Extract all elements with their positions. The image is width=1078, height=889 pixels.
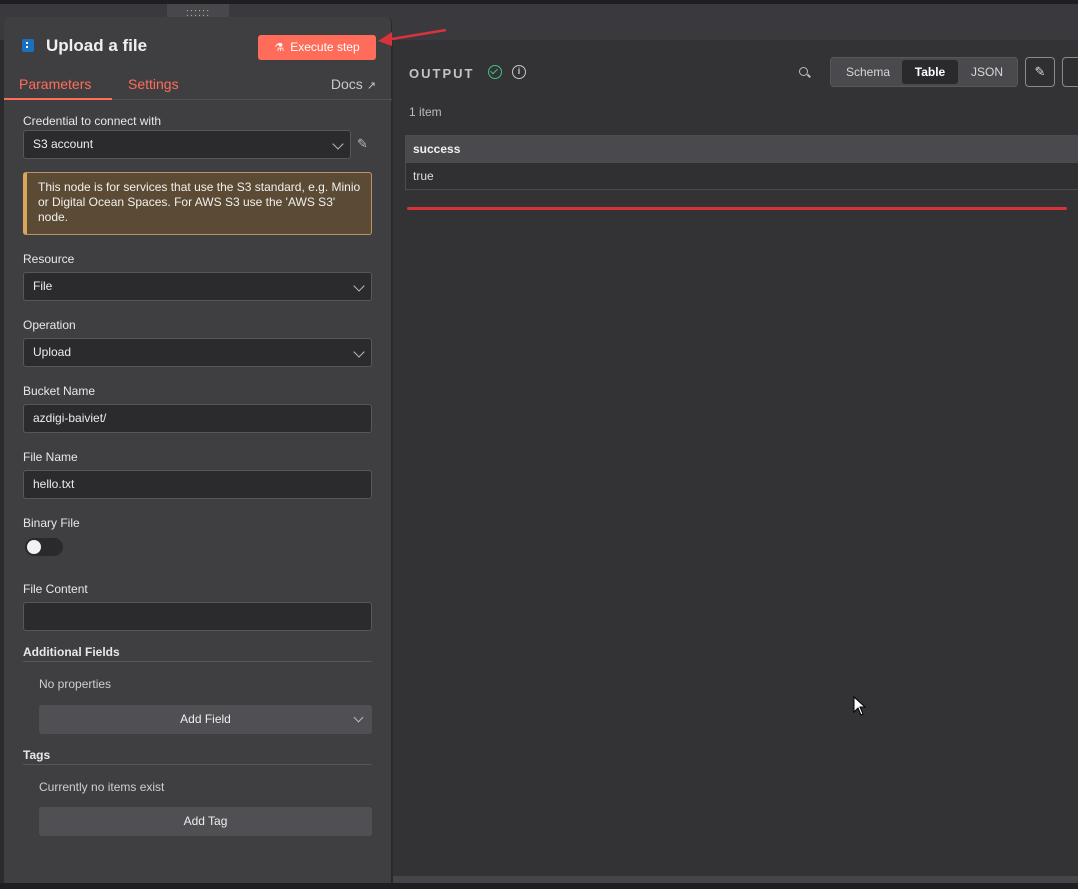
bottom-strip <box>0 883 1078 889</box>
chevron-down-icon <box>353 712 364 723</box>
info-icon[interactable]: i <box>512 65 526 79</box>
table-cell[interactable]: true <box>406 163 1078 190</box>
binary-file-toggle[interactable] <box>25 538 63 556</box>
add-field-label: Add Field <box>180 712 231 726</box>
edit-output-button[interactable]: ✎ <box>1025 57 1055 87</box>
output-title: OUTPUT <box>409 66 475 81</box>
add-tag-button[interactable]: Add Tag <box>39 807 372 836</box>
pencil-icon[interactable]: ✎ <box>357 136 368 152</box>
resource-label: Resource <box>23 252 75 266</box>
binary-file-label: Binary File <box>23 516 80 530</box>
chevron-down-icon <box>332 138 344 150</box>
item-count: 1 item <box>409 105 442 119</box>
output-panel: OUTPUT i Schema Table JSON ✎ 1 item succ… <box>393 40 1078 876</box>
panel-tabs: Parameters Settings Docs ↗ <box>4 73 392 100</box>
tab-settings[interactable]: Settings <box>128 76 179 92</box>
parameters-panel: Upload a file ⚗ Execute step Parameters S… <box>4 17 392 883</box>
credential-select[interactable]: S3 account <box>23 130 351 159</box>
file-content-label: File Content <box>23 582 88 596</box>
chevron-down-icon <box>353 280 365 292</box>
resource-select[interactable]: File <box>23 272 372 301</box>
bucket-name-label: Bucket Name <box>23 384 96 398</box>
add-field-button[interactable]: Add Field <box>39 705 372 734</box>
output-table: success true <box>405 135 1078 190</box>
docs-label: Docs <box>330 76 363 92</box>
external-link-icon: ↗ <box>366 80 376 92</box>
annotation-underline <box>407 207 1067 210</box>
s3-notice: This node is for services that use the S… <box>23 172 372 235</box>
search-icon[interactable] <box>799 67 808 76</box>
tab-parameters[interactable]: Parameters <box>19 76 91 92</box>
file-name-input[interactable]: hello.txt <box>23 470 372 499</box>
column-header-success: success <box>406 136 1078 163</box>
more-button[interactable] <box>1062 57 1078 87</box>
mouse-cursor-icon <box>853 696 867 716</box>
bucket-name-input[interactable]: azdigi-baiviet/ <box>23 404 372 433</box>
s3-node-icon <box>22 39 34 52</box>
resource-value: File <box>33 279 53 293</box>
view-json-button[interactable]: JSON <box>959 60 1015 84</box>
execute-step-label: Execute step <box>290 40 360 54</box>
tags-label: Tags <box>23 748 51 762</box>
docs-link[interactable]: Docs ↗ <box>331 76 376 92</box>
execute-step-button[interactable]: ⚗ Execute step <box>258 35 376 60</box>
panel-header: Upload a file ⚗ Execute step <box>4 17 392 65</box>
view-schema-button[interactable]: Schema <box>835 60 901 84</box>
chevron-down-icon <box>353 346 365 358</box>
credential-value: S3 account <box>33 137 94 151</box>
view-table-button[interactable]: Table <box>902 60 958 84</box>
file-name-label: File Name <box>23 450 78 464</box>
annotation-arrow-icon <box>378 28 447 46</box>
credential-label: Credential to connect with <box>23 114 162 128</box>
add-tag-label: Add Tag <box>183 814 228 828</box>
additional-fields-label: Additional Fields <box>23 645 120 659</box>
view-switcher: Schema Table JSON <box>830 57 1018 87</box>
toggle-knob <box>27 540 41 554</box>
divider <box>23 764 372 765</box>
no-properties-text: No properties <box>39 677 112 691</box>
no-tags-text: Currently no items exist <box>39 780 165 794</box>
operation-label: Operation <box>23 318 76 332</box>
divider <box>23 661 372 662</box>
flask-icon: ⚗ <box>274 42 285 54</box>
operation-select[interactable]: Upload <box>23 338 372 367</box>
success-check-icon <box>488 65 502 79</box>
operation-value: Upload <box>33 345 72 359</box>
file-content-input[interactable] <box>23 602 372 631</box>
active-tab-indicator <box>4 98 112 100</box>
node-title[interactable]: Upload a file <box>46 36 147 56</box>
